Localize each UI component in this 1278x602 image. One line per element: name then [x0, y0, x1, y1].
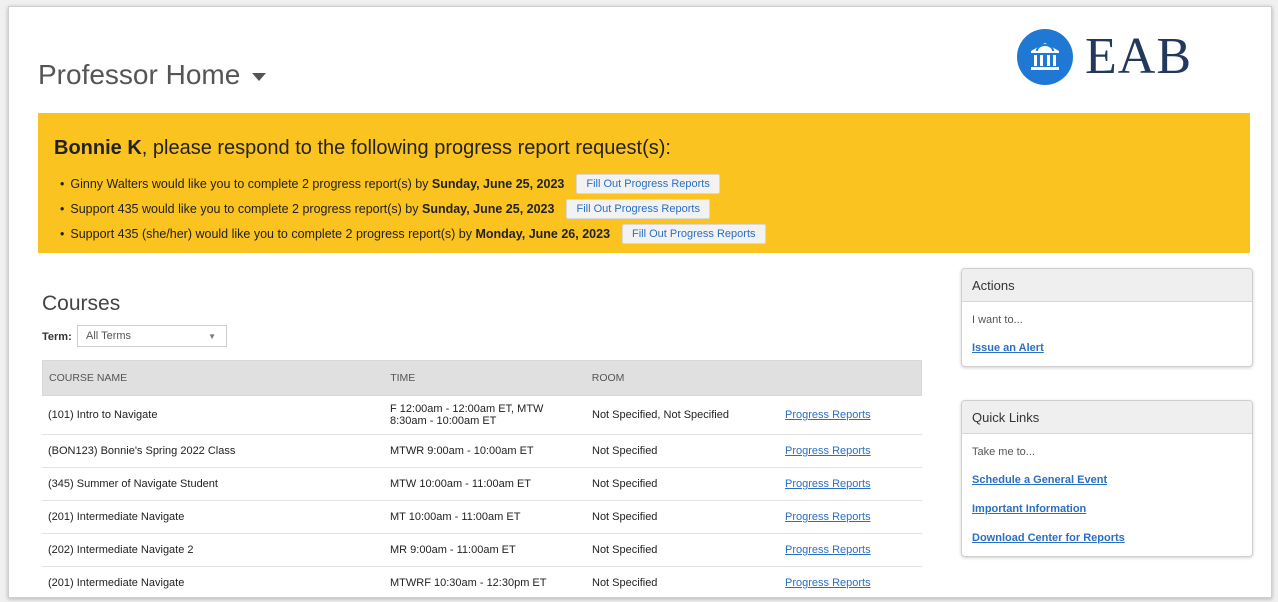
logo-text: EAB — [1085, 28, 1192, 85]
course-room: Not Specified, Not Specified — [592, 409, 729, 421]
course-room: Not Specified — [592, 478, 658, 490]
progress-report-banner: Bonnie K, please respond to the followin… — [38, 113, 1250, 253]
request-text: Support 435 (she/her) would like you to … — [70, 226, 472, 241]
important-information-link[interactable]: Important Information — [972, 503, 1242, 515]
term-select-value: All Terms — [86, 330, 132, 342]
column-time: TIME — [390, 372, 416, 384]
page-title-dropdown[interactable]: Professor Home — [38, 59, 267, 91]
column-room: ROOM — [591, 372, 625, 384]
column-course-name: COURSE NAME — [49, 372, 128, 384]
banner-heading-text: , please respond to the following progre… — [141, 137, 671, 159]
request-item: • Support 435 would like you to complete… — [60, 196, 766, 221]
table-row: (202) Intermediate Navigate 2 MR 9:00am … — [42, 534, 922, 567]
chevron-down-icon: ▼ — [208, 332, 216, 341]
schedule-general-event-link[interactable]: Schedule a General Event — [972, 474, 1242, 486]
request-date: Sunday, June 25, 2023 — [431, 176, 565, 191]
course-time-line: 8:30am - 10:00am ET — [390, 415, 497, 427]
progress-reports-link[interactable]: Progress Reports — [785, 544, 871, 556]
bullet-icon: • — [60, 176, 65, 191]
course-name: (101) Intro to Navigate — [48, 409, 158, 421]
course-time: MTWRF 10:30am - 12:30pm ET — [390, 577, 547, 589]
user-name: Bonnie K — [54, 137, 142, 159]
caret-down-icon[interactable] — [252, 72, 267, 81]
actions-panel-title: Actions — [962, 269, 1252, 302]
table-row: (101) Intro to Navigate F 12:00am - 12:0… — [42, 396, 922, 435]
course-time: MTWR 9:00am - 10:00am ET — [390, 445, 534, 457]
course-time: F 12:00am - 12:00am ET, MTW 8:30am - 10:0… — [390, 403, 592, 427]
term-label: Term: — [42, 331, 72, 343]
course-time: MTW 10:00am - 11:00am ET — [390, 478, 532, 490]
progress-reports-link[interactable]: Progress Reports — [785, 577, 871, 589]
quick-links-panel-title: Quick Links — [962, 401, 1252, 434]
course-room: Not Specified — [592, 511, 658, 523]
request-date: Sunday, June 25, 2023 — [421, 201, 555, 216]
fill-out-progress-reports-button[interactable]: Fill Out Progress Reports — [622, 223, 766, 244]
request-item: • Ginny Walters would like you to comple… — [60, 171, 766, 196]
courses-table: COURSE NAME TIME ROOM (101) Intro to Nav… — [42, 360, 922, 597]
actions-panel: Actions I want to... Issue an Alert — [961, 268, 1253, 367]
app-window: Professor Home EAB Bonnie K, please resp… — [8, 6, 1272, 598]
course-name: (201) Intermediate Navigate — [48, 577, 185, 589]
table-row: (201) Intermediate Navigate MTWRF 10:30a… — [42, 567, 922, 597]
table-row: (BON123) Bonnie's Spring 2022 Class MTWR… — [42, 435, 922, 468]
request-list: • Ginny Walters would like you to comple… — [60, 171, 766, 246]
course-time: MR 9:00am - 11:00am ET — [390, 544, 516, 556]
progress-reports-link[interactable]: Progress Reports — [785, 478, 871, 490]
course-room: Not Specified — [592, 577, 658, 589]
course-name: (BON123) Bonnie's Spring 2022 Class — [48, 445, 236, 457]
course-room: Not Specified — [592, 445, 658, 457]
progress-reports-link[interactable]: Progress Reports — [785, 511, 871, 523]
quick-links-panel: Quick Links Take me to... Schedule a Gen… — [961, 400, 1253, 557]
actions-intro: I want to... — [972, 314, 1023, 326]
request-date: Monday, June 26, 2023 — [475, 226, 611, 241]
request-item: • Support 435 (she/her) would like you t… — [60, 221, 766, 246]
bullet-icon: • — [60, 201, 65, 216]
course-room: Not Specified — [592, 544, 658, 556]
table-row: (201) Intermediate Navigate MT 10:00am -… — [42, 501, 922, 534]
fill-out-progress-reports-button[interactable]: Fill Out Progress Reports — [566, 198, 710, 219]
table-header: COURSE NAME TIME ROOM — [42, 360, 922, 396]
fill-out-progress-reports-button[interactable]: Fill Out Progress Reports — [576, 173, 720, 194]
course-name: (201) Intermediate Navigate — [48, 511, 185, 523]
course-name: (202) Intermediate Navigate 2 — [48, 544, 194, 556]
request-text: Ginny Walters would like you to complete… — [70, 176, 429, 191]
progress-reports-link[interactable]: Progress Reports — [785, 445, 871, 457]
progress-reports-link[interactable]: Progress Reports — [785, 409, 871, 421]
bullet-icon: • — [60, 226, 65, 241]
course-time: MT 10:00am - 11:00am ET — [390, 511, 521, 523]
banner-heading: Bonnie K, please respond to the followin… — [54, 137, 671, 160]
request-text: Support 435 would like you to complete 2… — [70, 201, 419, 216]
bank-columns-icon — [1017, 28, 1073, 85]
courses-heading: Courses — [42, 292, 121, 315]
term-select[interactable]: All Terms ▼ — [77, 325, 227, 347]
download-center-link[interactable]: Download Center for Reports — [972, 532, 1242, 544]
course-name: (345) Summer of Navigate Student — [48, 478, 218, 490]
table-row: (345) Summer of Navigate Student MTW 10:… — [42, 468, 922, 501]
quick-links-intro: Take me to... — [972, 446, 1035, 458]
issue-alert-link[interactable]: Issue an Alert — [972, 342, 1242, 354]
eab-logo: EAB — [1017, 27, 1192, 86]
page-title: Professor Home — [38, 59, 241, 90]
course-time-line: F 12:00am - 12:00am ET, MTW — [390, 403, 544, 415]
